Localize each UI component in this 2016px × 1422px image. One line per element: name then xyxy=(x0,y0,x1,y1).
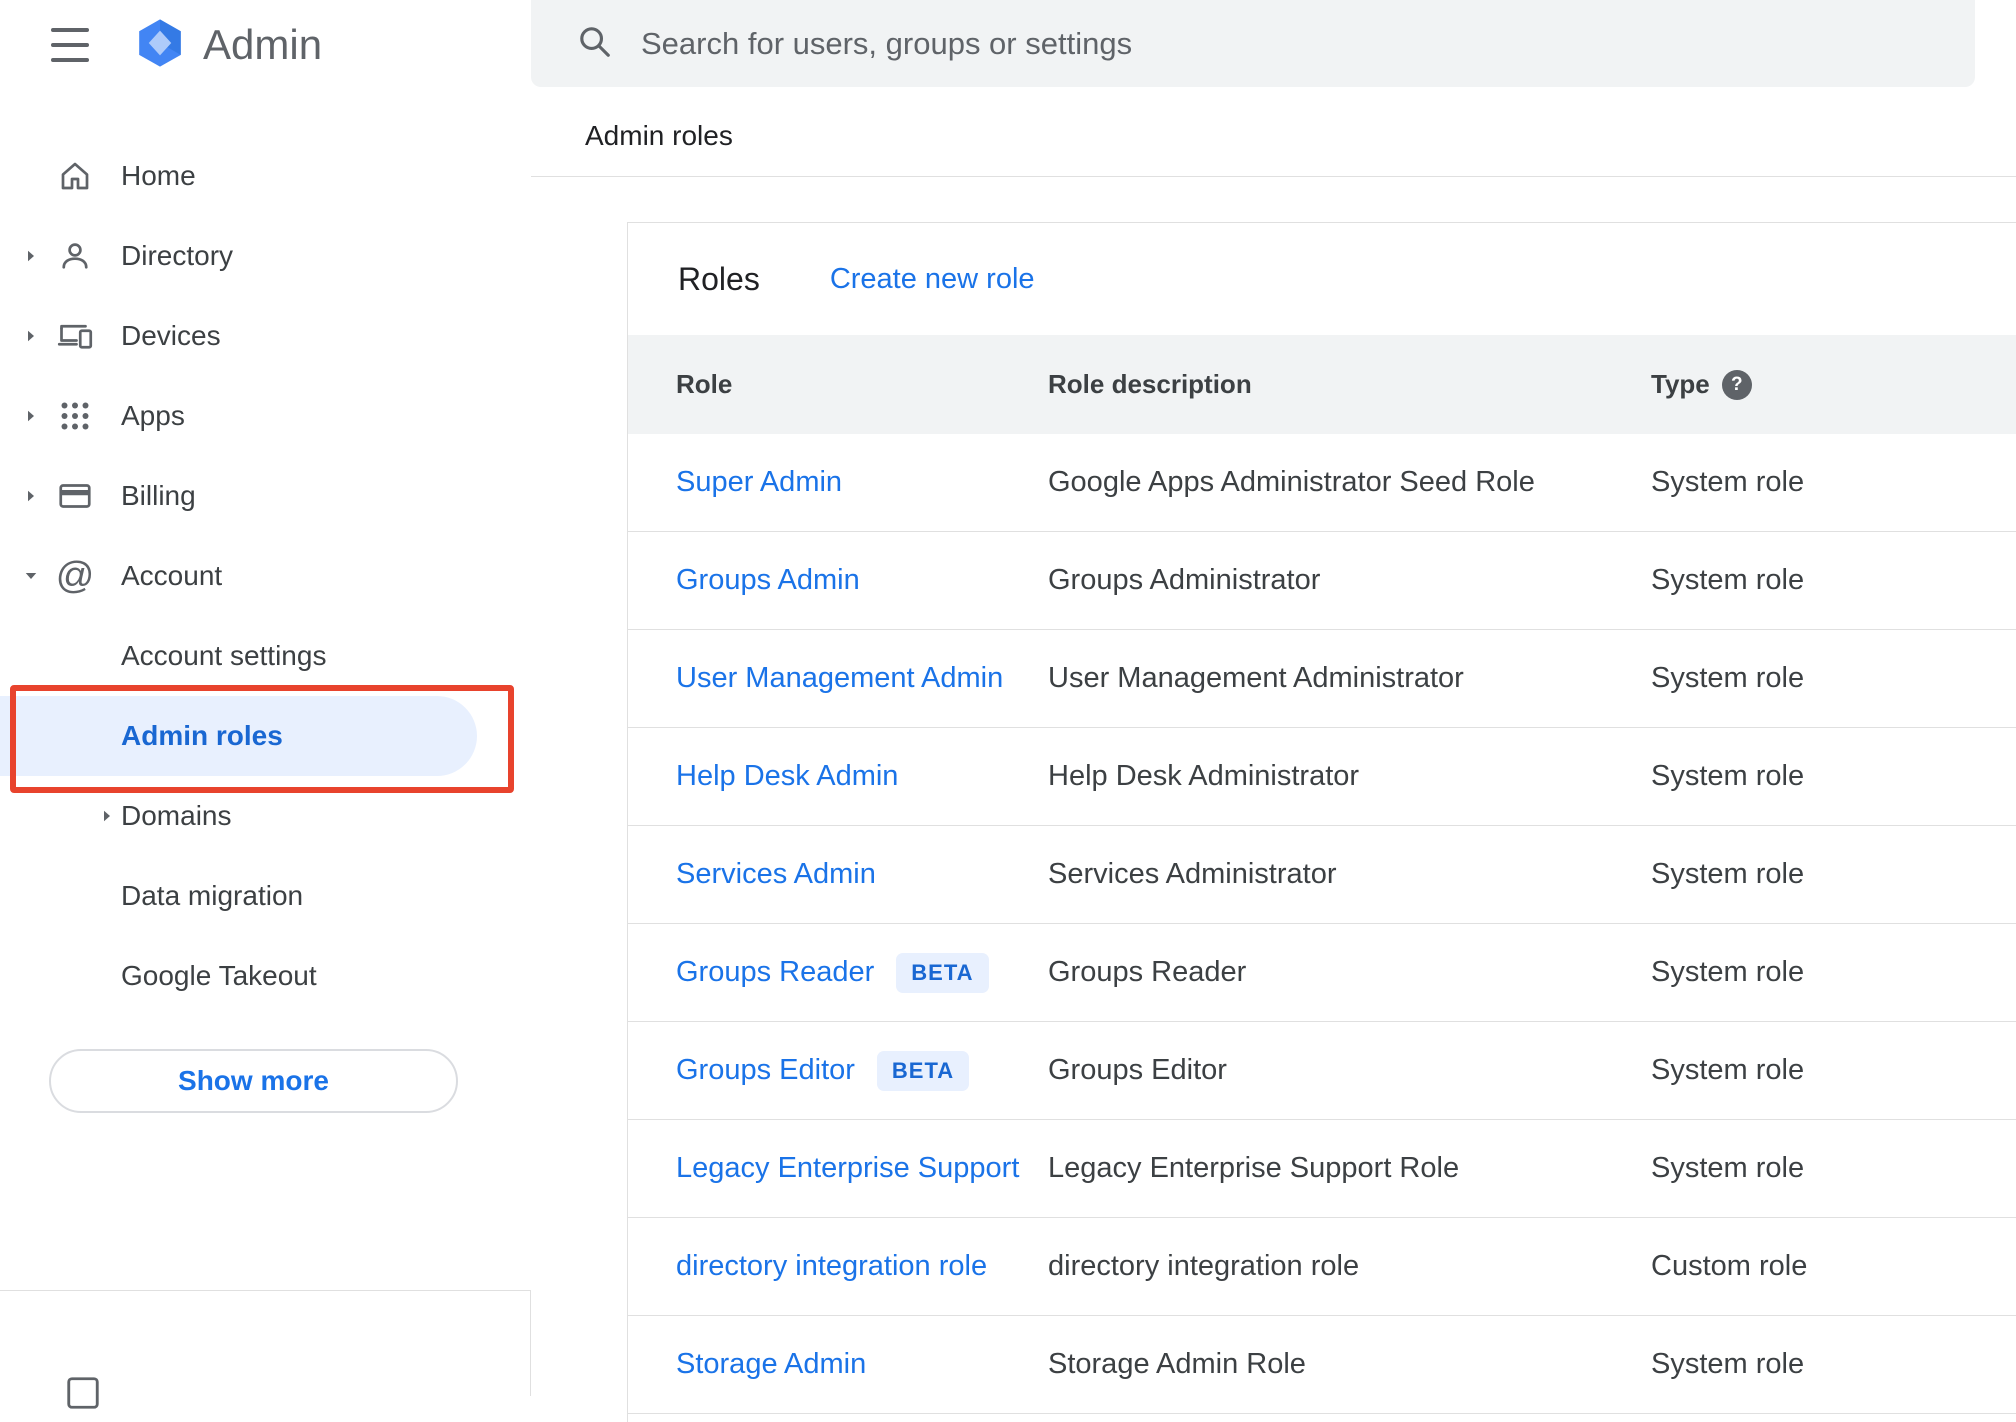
sidebar-header: Admin xyxy=(0,0,322,90)
sidebar-item-billing[interactable]: Billing xyxy=(0,456,531,536)
column-header-role: Role xyxy=(676,369,1048,400)
sidebar-item-google-takeout[interactable]: Google Takeout xyxy=(0,936,531,1016)
table-row: Services Admin Services Administrator Sy… xyxy=(628,826,2016,924)
role-type: System role xyxy=(1651,858,2016,891)
table-row: Super Admin Google Apps Administrator Se… xyxy=(628,434,2016,532)
column-header-description: Role description xyxy=(1048,369,1651,400)
sidebar-item-label: Devices xyxy=(121,320,221,352)
role-type: System role xyxy=(1651,662,2016,695)
role-type: System role xyxy=(1651,1054,2016,1087)
search-icon xyxy=(575,22,613,65)
sidebar-item-label: Apps xyxy=(121,400,185,432)
card-title-row: Roles Create new role xyxy=(628,223,2016,335)
menu-icon[interactable] xyxy=(51,28,91,62)
devices-icon xyxy=(54,315,96,357)
role-type: System role xyxy=(1651,564,2016,597)
card-title: Roles xyxy=(678,261,760,298)
role-link[interactable]: Groups Editor xyxy=(676,1054,855,1087)
sidebar-item-data-migration[interactable]: Data migration xyxy=(0,856,531,936)
role-description: Groups Administrator xyxy=(1048,564,1651,597)
role-link[interactable]: Groups Reader xyxy=(676,956,874,989)
credit-card-icon xyxy=(54,475,96,517)
role-description: Groups Editor xyxy=(1048,1054,1651,1087)
person-icon xyxy=(54,235,96,277)
logo-wordmark: Admin xyxy=(203,21,322,69)
sidebar-item-devices[interactable]: Devices xyxy=(0,296,531,376)
chevron-right-icon[interactable] xyxy=(20,325,42,347)
table-row: directory integration role directory int… xyxy=(628,1218,2016,1316)
chevron-right-icon[interactable] xyxy=(20,245,42,267)
table-row: Help Desk Admin Help Desk Administrator … xyxy=(628,728,2016,826)
column-header-type: Type ? xyxy=(1651,369,2016,400)
sidebar-item-label: Admin roles xyxy=(121,720,283,752)
role-description: User Management Administrator xyxy=(1048,662,1651,695)
table-row: Groups Reader BETA Groups Reader System … xyxy=(628,924,2016,1022)
home-icon xyxy=(54,155,96,197)
sidebar-item-directory[interactable]: Directory xyxy=(0,216,531,296)
chevron-right-icon[interactable] xyxy=(20,485,42,507)
role-description: Groups Reader xyxy=(1048,956,1651,989)
sidebar-item-domains[interactable]: Domains xyxy=(0,776,531,856)
role-description: Help Desk Administrator xyxy=(1048,760,1651,793)
role-link[interactable]: Groups Admin xyxy=(676,564,860,597)
search-input[interactable] xyxy=(641,26,1975,62)
sidebar-item-apps[interactable]: Apps xyxy=(0,376,531,456)
sidebar: Admin Home Directory Device xyxy=(0,0,531,1396)
admin-hexagon-icon xyxy=(133,16,187,75)
sidebar-item-label: Home xyxy=(121,160,196,192)
sidebar-item-account-settings[interactable]: Account settings xyxy=(0,616,531,696)
role-link[interactable]: User Management Admin xyxy=(676,662,1003,695)
sidebar-item-label: Domains xyxy=(121,800,231,832)
role-link[interactable]: Services Admin xyxy=(676,858,876,891)
table-row: Groups Admin Groups Administrator System… xyxy=(628,532,2016,630)
show-more-button[interactable]: Show more xyxy=(49,1049,458,1113)
help-icon[interactable]: ? xyxy=(1722,370,1752,400)
role-type: System role xyxy=(1651,1348,2016,1381)
create-new-role-link[interactable]: Create new role xyxy=(830,263,1035,296)
admin-logo: Admin xyxy=(133,16,322,75)
role-type: System role xyxy=(1651,466,2016,499)
sidebar-item-label: Billing xyxy=(121,480,196,512)
role-description: Google Apps Administrator Seed Role xyxy=(1048,466,1651,499)
sidebar-item-label: Account settings xyxy=(121,640,326,672)
role-type: System role xyxy=(1651,1152,2016,1185)
role-description: Services Administrator xyxy=(1048,858,1651,891)
sidebar-item-label: Directory xyxy=(121,240,233,272)
sidebar-item-label: Google Takeout xyxy=(121,960,317,992)
role-description: Legacy Enterprise Support Role xyxy=(1048,1152,1651,1185)
apps-grid-icon xyxy=(54,395,96,437)
role-link[interactable]: Legacy Enterprise Support xyxy=(676,1152,1019,1185)
table-row: Storage Admin Storage Admin Role System … xyxy=(628,1316,2016,1414)
sidebar-nav: Home Directory Devices xyxy=(0,136,531,1016)
breadcrumb: Admin roles xyxy=(585,120,733,152)
beta-badge: BETA xyxy=(877,1051,969,1091)
role-link[interactable]: Super Admin xyxy=(676,466,842,499)
beta-badge: BETA xyxy=(896,953,988,993)
chevron-down-icon[interactable] xyxy=(20,565,42,587)
role-type: System role xyxy=(1651,956,2016,989)
role-link[interactable]: directory integration role xyxy=(676,1250,987,1283)
sidebar-item-account[interactable]: @ Account xyxy=(0,536,531,616)
role-type: System role xyxy=(1651,760,2016,793)
roles-card: Roles Create new role Role Role descript… xyxy=(627,222,2016,1422)
sidebar-item-admin-roles[interactable]: Admin roles xyxy=(0,696,477,776)
search-bar[interactable] xyxy=(531,0,1975,87)
at-sign-icon: @ xyxy=(54,555,96,597)
sidebar-item-home[interactable]: Home xyxy=(0,136,531,216)
role-link[interactable]: Storage Admin xyxy=(676,1348,866,1381)
table-row: Groups Editor BETA Groups Editor System … xyxy=(628,1022,2016,1120)
sidebar-item-label: Data migration xyxy=(121,880,303,912)
role-type: Custom role xyxy=(1651,1250,2016,1283)
chevron-right-icon[interactable] xyxy=(20,405,42,427)
chevron-right-icon[interactable] xyxy=(96,805,118,827)
role-description: directory integration role xyxy=(1048,1250,1651,1283)
table-row: Legacy Enterprise Support Legacy Enterpr… xyxy=(628,1120,2016,1218)
sidebar-item-label: Account xyxy=(121,560,222,592)
table-row: User Management Admin User Management Ad… xyxy=(628,630,2016,728)
role-description: Storage Admin Role xyxy=(1048,1348,1651,1381)
header-divider xyxy=(531,176,2016,177)
role-link[interactable]: Help Desk Admin xyxy=(676,760,898,793)
table-header-row: Role Role description Type ? xyxy=(628,335,2016,434)
